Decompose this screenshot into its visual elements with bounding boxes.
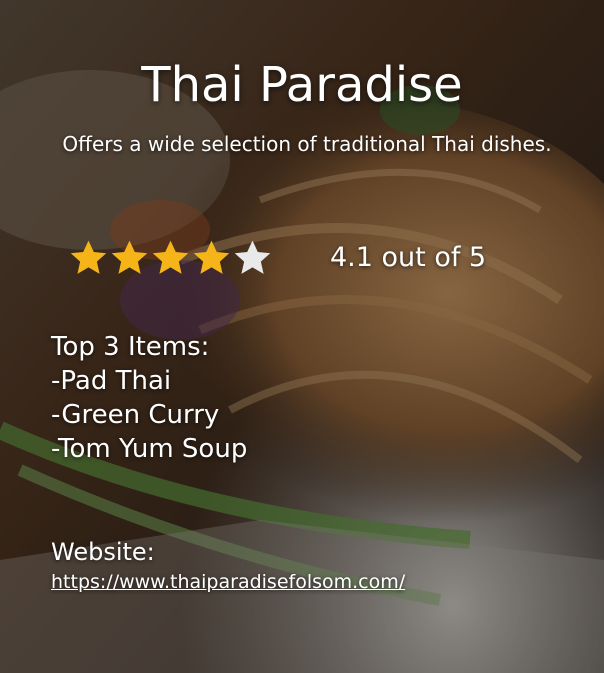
- website-label: Website:: [51, 538, 155, 566]
- restaurant-name: Thai Paradise: [141, 57, 463, 113]
- top-items-list: Top 3 Items: -Pad Thai -Green Curry -Tom…: [51, 330, 247, 466]
- restaurant-card: Thai Paradise Offers a wide selection of…: [0, 0, 604, 673]
- rating-text: 4.1 out of 5: [330, 242, 487, 273]
- list-item: -Green Curry: [51, 400, 220, 430]
- list-item: -Tom Yum Soup: [51, 434, 248, 464]
- star-icon-filled: [152, 240, 189, 274]
- restaurant-description: Offers a wide selection of traditional T…: [62, 132, 552, 156]
- star-icon-filled: [193, 240, 230, 274]
- star-icon-filled: [70, 240, 107, 274]
- website-link[interactable]: https://www.thaiparadisefolsom.com/: [51, 569, 405, 595]
- card-content: Thai Paradise Offers a wide selection of…: [0, 0, 604, 673]
- top-items-heading: Top 3 Items:: [51, 332, 210, 362]
- list-item: -Pad Thai: [51, 366, 172, 396]
- star-icon-filled: [111, 240, 148, 274]
- star-icon-empty: [234, 240, 271, 274]
- star-rating: [68, 238, 273, 282]
